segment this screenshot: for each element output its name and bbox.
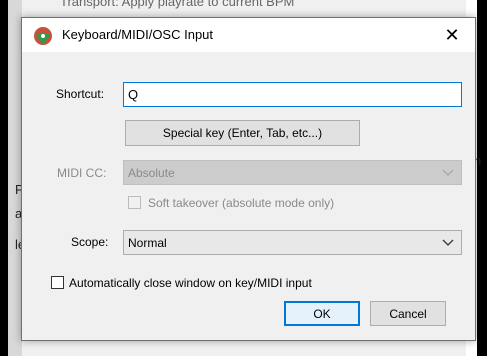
scope-label: Scope: — [71, 235, 109, 249]
reaper-logo-icon — [34, 27, 52, 45]
scope-select[interactable]: Normal — [123, 230, 462, 255]
cancel-button[interactable]: Cancel — [370, 301, 446, 326]
background-left-strip — [8, 0, 22, 356]
chevron-down-icon — [442, 239, 454, 246]
keyboard-midi-osc-dialog: Keyboard/MIDI/OSC Input ✕ Shortcut: Spec… — [21, 17, 476, 341]
midi-cc-select[interactable]: Absolute — [123, 160, 462, 185]
chevron-down-icon — [442, 169, 454, 176]
close-icon: ✕ — [444, 25, 460, 45]
background-frame-right — [477, 0, 487, 356]
title-bar[interactable]: Keyboard/MIDI/OSC Input ✕ — [22, 18, 475, 52]
background-action-text: Transport: Apply playrate to current BPM — [60, 0, 295, 9]
auto-close-checkbox[interactable] — [51, 276, 64, 289]
soft-takeover-label: Soft takeover (absolute mode only) — [148, 196, 335, 210]
midi-cc-label: MIDI CC: — [57, 166, 107, 180]
shortcut-label: Shortcut: — [56, 87, 105, 101]
dialog-title: Keyboard/MIDI/OSC Input — [62, 27, 214, 42]
special-key-button[interactable]: Special key (Enter, Tab, etc...) — [125, 120, 360, 146]
midi-cc-value: Absolute — [128, 165, 175, 180]
scope-value: Normal — [128, 235, 167, 250]
close-button[interactable]: ✕ — [429, 18, 475, 52]
shortcut-input[interactable] — [123, 82, 462, 107]
background-frame-left — [0, 0, 8, 356]
auto-close-label: Automatically close window on key/MIDI i… — [69, 276, 312, 290]
ok-button[interactable]: OK — [284, 301, 360, 326]
soft-takeover-checkbox[interactable] — [128, 196, 141, 209]
